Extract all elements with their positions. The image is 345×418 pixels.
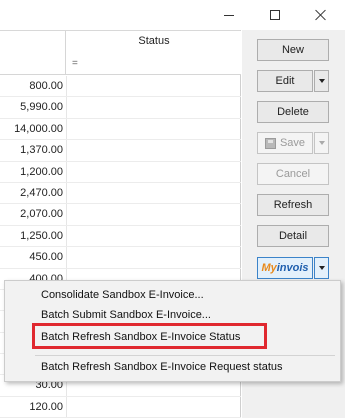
detail-button[interactable]: Detail [257, 225, 329, 247]
amount-cell: 1,250.00 [20, 229, 63, 242]
status-column-header[interactable]: Status [67, 35, 241, 47]
myinvois-dropdown-button[interactable] [314, 257, 329, 279]
save-dropdown-button[interactable] [314, 132, 329, 154]
new-button-label: New [281, 44, 304, 56]
status-filter-icon[interactable]: = [72, 58, 78, 69]
amount-cell: 450.00 [29, 251, 63, 264]
chevron-down-icon [318, 141, 325, 145]
myinvois-logo-suffix: invois [276, 262, 309, 274]
table-row[interactable]: 800.00 [0, 76, 241, 98]
chevron-down-icon [318, 79, 325, 83]
table-row[interactable]: 2,470.00 [0, 182, 241, 205]
amount-cell: 120.00 [29, 400, 63, 413]
table-row[interactable]: 2,070.00 [0, 204, 241, 226]
amount-cell: 14,000.00 [14, 122, 63, 135]
save-button[interactable]: Save [257, 132, 313, 154]
amount-cell: 2,470.00 [20, 186, 63, 199]
floppy-disk-icon [264, 137, 276, 149]
myinvois-logo-prefix: My [261, 262, 277, 274]
refresh-button[interactable]: Refresh [257, 194, 329, 216]
amount-cell: 5,990.00 [20, 101, 63, 114]
table-row[interactable]: 5,990.00 [0, 97, 241, 119]
table-row[interactable]: 1,370.00 [0, 140, 241, 162]
delete-button[interactable]: Delete [257, 101, 329, 123]
menu-item-consolidate[interactable]: Consolidate Sandbox E-Invoice... [41, 289, 204, 301]
myinvois-context-menu: Consolidate Sandbox E-Invoice... Batch S… [4, 280, 341, 382]
amount-cell: 800.00 [29, 80, 63, 92]
chevron-down-icon [318, 266, 325, 270]
table-row[interactable]: 14,000.00 [0, 118, 241, 141]
save-button-label: Save [279, 137, 306, 149]
menu-item-batch-submit[interactable]: Batch Submit Sandbox E-Invoice... [41, 309, 211, 321]
menu-separator [35, 355, 335, 356]
table-row[interactable]: 120.00 [0, 396, 241, 418]
menu-item-batch-refresh-request-status[interactable]: Batch Refresh Sandbox E-Invoice Request … [41, 361, 283, 373]
table-row[interactable]: 1,250.00 [0, 225, 241, 248]
close-button[interactable] [298, 0, 344, 30]
detail-button-label: Detail [278, 230, 308, 242]
delete-button-label: Delete [277, 106, 309, 118]
edit-button-label: Edit [275, 75, 295, 87]
close-icon [315, 9, 327, 21]
edit-dropdown-button[interactable] [314, 70, 329, 92]
table-row[interactable]: 450.00 [0, 247, 241, 269]
refresh-button-label: Refresh [273, 199, 313, 211]
cancel-button[interactable]: Cancel [257, 163, 329, 185]
amount-cell: 1,370.00 [20, 144, 63, 157]
amount-cell: 1,200.00 [20, 165, 63, 178]
minimize-icon [224, 14, 234, 16]
new-button[interactable]: New [257, 39, 329, 61]
amount-column-header[interactable] [0, 31, 66, 75]
highlight-box [32, 323, 267, 349]
grid-header: Status = [0, 31, 241, 75]
amount-cell: 2,070.00 [20, 208, 63, 221]
table-row[interactable]: 1,200.00 [0, 161, 241, 183]
cancel-button-label: Cancel [275, 168, 311, 180]
minimize-button[interactable] [206, 0, 252, 30]
maximize-icon [270, 10, 280, 20]
edit-button[interactable]: Edit [257, 70, 313, 92]
myinvois-button[interactable]: My invois [257, 257, 313, 279]
title-bar [0, 0, 345, 30]
maximize-button[interactable] [252, 0, 298, 30]
